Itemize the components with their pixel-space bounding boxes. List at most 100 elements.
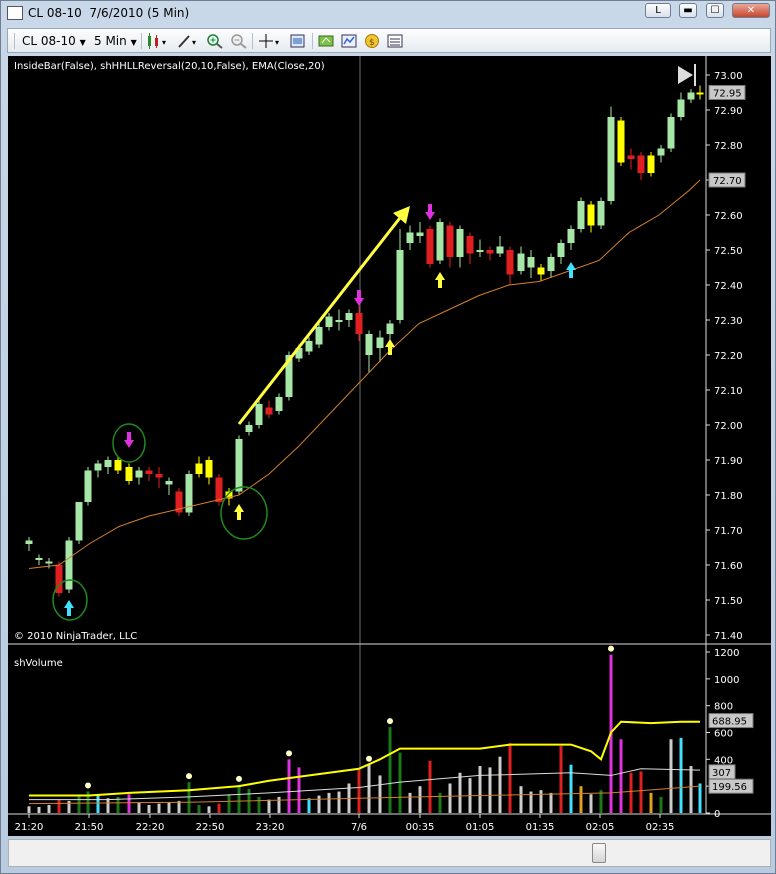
interval-selector[interactable]: 5 Min ▼ [94,33,137,49]
svg-text:▾: ▾ [162,38,166,47]
indicator-label: InsideBar(False), shHHLLReversal(20,10,F… [14,61,325,72]
volume-spike-dot [366,755,372,762]
chevron-down-icon: ▼ [79,38,86,47]
candle-body [547,257,555,271]
candle-body [315,327,323,345]
instrument-selector[interactable]: CL 08-10 ▼ [22,33,86,49]
title-bar[interactable]: CL 08-10 7/6/2010 (5 Min) L ▬ ☐ ✕ [1,1,775,25]
candle-body [657,148,665,156]
svg-text:$: $ [369,38,375,48]
candle-body [456,229,464,257]
drawing-tool-icon[interactable]: ▾ [176,33,202,49]
time-tick-label: 00:35 [406,822,435,833]
candle-body [476,250,484,252]
candle-body [486,250,494,254]
candle-body [376,337,384,348]
price-tick-label: 71.50 [714,596,743,607]
candle-body [145,470,153,474]
volume-tick-label: 0 [714,809,720,820]
horizontal-scrollbar[interactable] [8,839,771,867]
candle-body [195,463,203,474]
candle-body [416,232,424,236]
candle-body [84,470,92,502]
time-tick-label: 22:50 [196,822,225,833]
candle-body [75,502,83,541]
instrument-label: CL 08-10 [22,34,76,48]
candle-body [355,313,363,334]
candle-body [446,225,454,257]
price-tick-label: 72.40 [714,281,743,292]
zoom-in-icon[interactable] [206,33,224,49]
maximize-button[interactable]: ☐ [706,3,724,18]
chart-area[interactable]: InsideBar(False), shHHLLReversal(20,10,F… [8,56,771,836]
time-tick-label: 21:20 [15,822,44,833]
candle-body [245,425,253,432]
crosshair-icon[interactable]: ▾ [258,33,284,49]
zoom-out-icon[interactable] [230,33,248,49]
reversal-down-arrow [354,290,364,306]
volume-spike-dot [236,775,242,782]
candle-body [205,460,213,478]
price-chart[interactable]: InsideBar(False), shHHLLReversal(20,10,F… [8,56,771,836]
close-button[interactable]: ✕ [732,3,770,18]
candle-body [506,250,514,275]
price-tick-label: 71.70 [714,526,743,537]
price-tick-label: 72.50 [714,246,743,257]
candle-body [517,253,525,271]
volume-spike-dot [387,718,393,725]
candle-body [255,404,263,425]
price-tick-label: 73.00 [714,71,743,82]
price-tick-label: 72.20 [714,351,743,362]
candle-body [597,201,605,226]
time-tick-label: 7/6 [351,822,367,833]
candle-body [125,467,133,481]
scroll-thumb[interactable] [592,843,606,863]
time-tick-label: 21:50 [75,822,104,833]
candle-body [496,246,504,254]
candles-layer: 73.00 72.90 72.80 72.70 72.60 72.50 72.40 72.30… [8,56,771,833]
candle-body [275,397,283,411]
candle-body [386,323,394,334]
reversal-up-arrow [566,262,576,278]
volume-tick-label: 600 [714,729,733,740]
candle-body [537,267,545,275]
volume-avg2-marker-text: 199.56 [712,782,747,793]
candle-body [265,407,273,415]
candle-body [637,155,645,173]
minimize-button[interactable]: ▬ [679,3,697,18]
chart-style-icon[interactable]: ▾ [146,33,172,49]
volume-spike-dot [608,645,614,652]
svg-text:▾: ▾ [192,38,196,47]
ema-value-marker-text: 72.70 [713,176,742,187]
candle-body [135,470,143,478]
market-analyzer-icon[interactable]: $ [364,33,380,49]
data-box-icon[interactable] [387,33,403,49]
candle-body [35,558,43,560]
candle-body [114,460,122,471]
time-tick-label: 02:35 [646,822,675,833]
candle-body [677,99,685,117]
chart-toolbar: CL 08-10 ▼ 5 Min ▼ ▾ ▾ ▾ $ [7,28,771,53]
volume-tick-label: 800 [714,702,733,713]
restore-tab-button[interactable]: L [645,3,671,18]
toolbar-separator [312,33,313,49]
toolbar-separator [141,33,142,49]
candle-body [45,561,53,564]
time-tick-label: 23:20 [256,822,285,833]
candle-body [567,229,575,243]
candle-body [305,341,313,352]
last-price-marker-text: 72.95 [713,89,742,100]
properties-icon[interactable] [290,33,306,49]
candle-body [436,222,444,261]
volume-tick-label: 1200 [714,648,739,659]
reversal-down-arrow [425,204,435,220]
candle-body [396,250,404,320]
svg-text:▾: ▾ [275,38,279,47]
strategy-icon[interactable] [318,33,334,49]
price-tick-label: 71.90 [714,456,743,467]
toolbar-separator [252,33,253,49]
indicators-icon[interactable] [341,33,357,49]
candle-body [325,316,333,327]
volume-tick-label: 1000 [714,675,739,686]
price-tick-label: 71.60 [714,561,743,572]
